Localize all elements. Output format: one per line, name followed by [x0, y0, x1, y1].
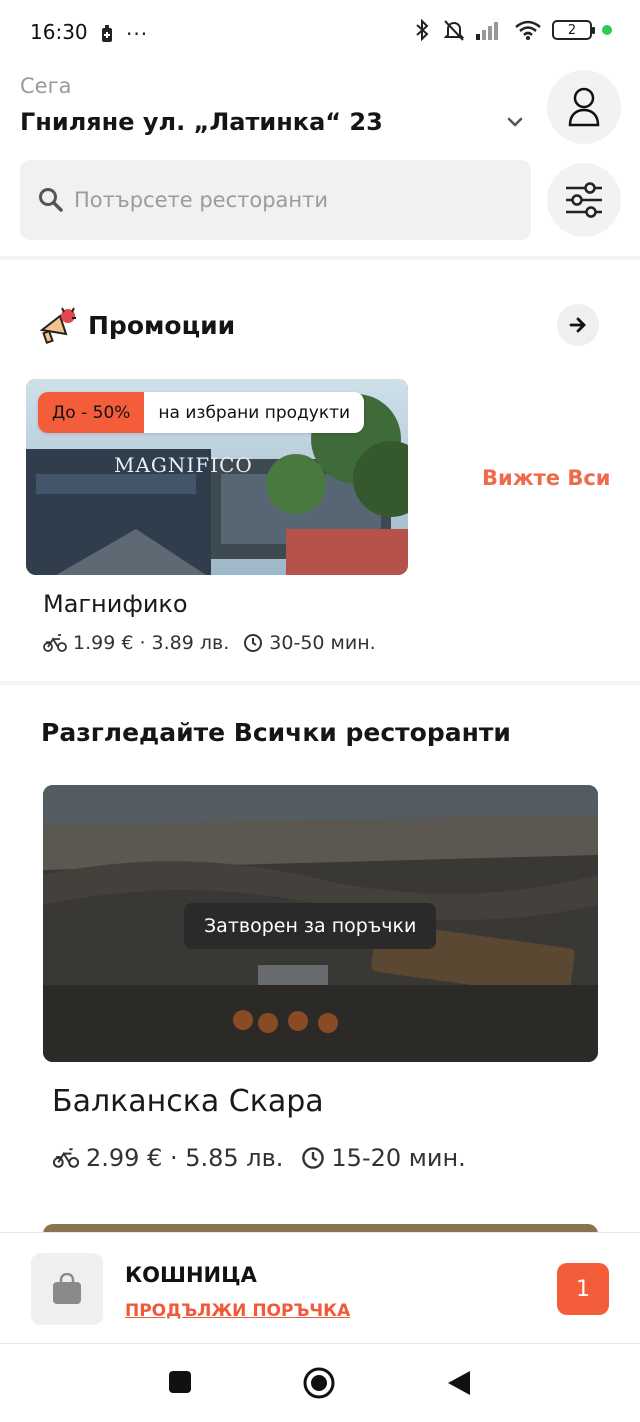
bluetooth-icon — [416, 19, 429, 41]
location-caption: Сега — [20, 74, 72, 98]
header-divider — [0, 256, 640, 260]
location-address[interactable]: Гниляне ул. „Латинка“ 23 — [20, 108, 383, 136]
cart-bar[interactable]: КОШНИЦА ПРОДЪЛЖИ ПОРЪЧКА 1 — [0, 1232, 640, 1344]
megaphone-icon — [39, 307, 76, 345]
shopping-bag-icon — [53, 1273, 81, 1304]
bicycle-icon — [52, 1148, 80, 1168]
promo-restaurant-name[interactable]: Магнифико — [43, 590, 188, 618]
restaurant-sign: MAGNIFICO — [114, 453, 253, 477]
cart-title: КОШНИЦА — [125, 1263, 257, 1287]
status-right-icons: 2 — [412, 18, 612, 42]
clock-icon — [302, 1147, 325, 1169]
search-input[interactable] — [74, 188, 494, 212]
wifi-icon — [515, 20, 541, 40]
see-all-link[interactable]: Вижте Всич — [482, 466, 612, 490]
bicycle-icon — [43, 634, 67, 652]
filter-sliders-icon — [566, 182, 602, 218]
more-notifications-icon: ··· — [126, 22, 149, 46]
chevron-down-icon[interactable] — [505, 112, 525, 132]
restaurant-meta-row: 2.99 € · 5.85 лв. 15-20 мин. — [52, 1144, 466, 1172]
search-box[interactable] — [20, 160, 531, 240]
promotions-divider — [0, 681, 640, 685]
battery-level: 2 — [567, 22, 577, 38]
restaurants-title: Разгледайте Всички ресторанти — [41, 718, 511, 747]
status-left-icons: ··· — [100, 22, 148, 46]
cart-count-badge: 1 — [557, 1263, 609, 1315]
mute-icon — [443, 20, 465, 41]
promo-delivery-time: 30-50 мин. — [269, 632, 376, 654]
back-icon[interactable] — [446, 1369, 472, 1397]
privacy-indicator-dot — [602, 25, 612, 35]
home-icon[interactable] — [302, 1366, 336, 1400]
promotions-title: Промоции — [88, 311, 236, 340]
cart-icon-box — [31, 1253, 103, 1325]
continue-order-link[interactable]: ПРОДЪЛЖИ ПОРЪЧКА — [125, 1301, 350, 1321]
search-icon — [39, 188, 63, 212]
status-time: 16:30 — [30, 20, 88, 44]
restaurant-name[interactable]: Балканска Скара — [52, 1084, 324, 1119]
signal-icon — [476, 22, 498, 40]
battery-icon: 2 — [552, 20, 595, 40]
promo-badge: До - 50% на избрани продукти — [38, 392, 365, 433]
promo-discount: До - 50% — [38, 392, 145, 433]
battery-saver-icon — [102, 25, 112, 42]
profile-button[interactable] — [547, 70, 621, 144]
user-icon — [568, 87, 600, 127]
closed-badge: Затворен за поръчки — [184, 903, 437, 949]
promo-badge-text: на избрани продукти — [144, 392, 365, 433]
recent-apps-icon[interactable] — [167, 1369, 193, 1395]
restaurant-delivery-time: 15-20 мин. — [331, 1144, 466, 1172]
arrow-right-icon — [569, 317, 586, 333]
clock-icon — [244, 634, 263, 652]
promo-delivery-fee: 1.99 € · 3.89 лв. — [73, 632, 230, 654]
restaurant-delivery-fee: 2.99 € · 5.85 лв. — [86, 1144, 284, 1172]
promo-meta-row: 1.99 € · 3.89 лв. 30-50 мин. — [43, 632, 376, 654]
filter-button[interactable] — [547, 163, 621, 237]
promotions-arrow-button[interactable] — [557, 304, 599, 346]
system-nav-bar — [0, 1345, 640, 1422]
status-bar: 16:30 ··· 2 — [0, 0, 640, 62]
